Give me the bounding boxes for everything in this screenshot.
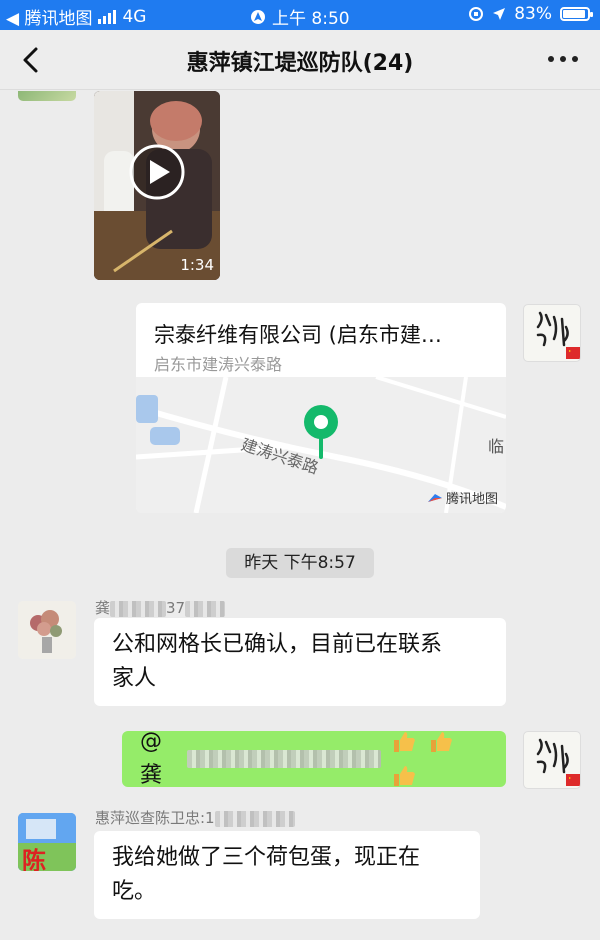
mention-text: @龚 [140,729,163,788]
location-address: 启东市建涛兴泰路 [154,355,283,374]
gps-arrow-icon [493,8,506,20]
battery-percent: 83% [514,4,552,24]
tencent-map-logo-icon [427,493,442,502]
rotation-lock-icon [469,7,484,21]
location-card[interactable]: 宗泰纤维有限公司 (启东市建… 启东市建涛兴泰路 建涛兴泰路 临 腾讯地图 [136,303,506,513]
location-name: 宗泰纤维有限公司 (启东市建… [154,323,442,347]
sender-name: 龚 37 [95,597,226,618]
message-text-line: 家人 [112,666,157,691]
video-message[interactable]: 1:34 [94,91,220,280]
back-to-app-link[interactable]: ◀ 腾讯地图 [6,4,92,29]
status-bar: ◀ 腾讯地图 4G 上午 8:50 83% [0,0,600,30]
flower-avatar-image [18,601,76,659]
chat-title: 惠萍镇江堤巡防队(24) [186,51,414,76]
map-pin-icon [304,405,338,459]
video-duration: 1:34 [180,256,214,274]
chat-message-list[interactable]: 1:34 宗泰纤维有限公司 (启东市建… 启东市建涛兴泰路 建涛兴泰路 临 腾讯… [0,91,600,940]
map-provider: 腾讯地图 [427,488,498,507]
location-arrow-icon [251,9,265,24]
network-type: 4G [122,6,147,27]
avatar[interactable] [18,91,76,101]
message-text-line: 我给她做了三个荷包蛋，现正在 [112,845,421,870]
play-icon[interactable] [128,143,186,201]
calligraphy-avatar-image [536,738,580,786]
avatar[interactable] [18,601,76,659]
signal-icon [98,9,117,24]
map-edge-label: 临 [487,437,504,456]
message-bubble[interactable]: 我给她做了三个荷包蛋，现正在 吃。 [94,831,480,919]
location-map[interactable]: 建涛兴泰路 临 腾讯地图 [136,375,506,513]
avatar[interactable] [523,304,581,362]
avatar-label: 陈 [22,847,46,871]
blurred-name [186,750,381,768]
status-time: 上午 8:50 [272,9,350,29]
sender-name: 惠萍巡查陈卫忠:1 [95,807,295,828]
more-options-button[interactable] [548,56,578,62]
message-bubble[interactable]: 公和网格长已确认，目前已在联系 家人 [94,618,506,706]
avatar[interactable]: 陈 [18,813,76,871]
calligraphy-avatar-image [536,311,580,359]
message-bubble[interactable]: @龚 [122,729,506,788]
message-text-line: 吃。 [112,879,157,904]
message-timestamp: 昨天 下午8:57 [226,548,374,578]
thumbs-up-icon [387,725,488,793]
message-text-line: 公和网格长已确认，目前已在联系 [112,632,443,657]
back-chevron-icon[interactable] [16,44,48,76]
battery-icon [560,7,593,21]
chat-header: 惠萍镇江堤巡防队(24) [0,30,600,90]
avatar[interactable] [523,731,581,789]
